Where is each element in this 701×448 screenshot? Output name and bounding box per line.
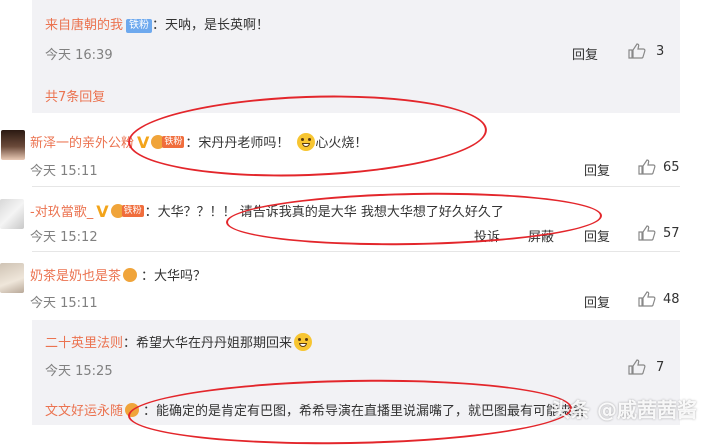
avatar[interactable] [0, 263, 24, 293]
sub-reply-author-name[interactable]: 文文好运永随 [45, 404, 123, 419]
reply-time: 今天 16:39 [45, 48, 113, 63]
like-count: 3 [656, 44, 665, 59]
like-count: 48 [663, 292, 680, 307]
sub-reply-text: ：希望大华在丹丹姐那期回来 [123, 336, 293, 351]
reply-author-name[interactable]: 来自唐朝的我 [45, 18, 123, 33]
like-count: 65 [663, 160, 680, 175]
emoji-icon [294, 333, 313, 351]
fan-level-badge: 铁粉 [110, 204, 145, 218]
comment-author-name[interactable]: 新泽一的亲外公粉 [30, 136, 134, 151]
thumb-up-icon[interactable] [628, 43, 646, 59]
comment-text: ：大华吗？ [141, 269, 207, 284]
divider [32, 251, 680, 252]
comment-author-name[interactable]: 奶茶是奶也是茶 [30, 269, 121, 284]
reply-button[interactable]: 回复 [584, 292, 610, 311]
reply-button[interactable]: 回复 [584, 160, 610, 179]
like-count: 7 [656, 360, 665, 375]
verified-v-icon: V [96, 202, 109, 221]
fan-level-badge [123, 268, 141, 282]
comment-author-name[interactable]: -对玖當歌_ [30, 205, 93, 220]
avatar[interactable] [1, 130, 25, 160]
reply-button[interactable]: 回复 [584, 226, 610, 245]
sub-reply-time: 今天 15:25 [45, 364, 113, 379]
reply-text: ：天呐，是长英啊！ [152, 18, 270, 33]
watermark: 头条 @戚茜茜酱 [550, 398, 697, 422]
comment-time: 今天 15:11 [30, 296, 98, 311]
avatar[interactable] [0, 199, 24, 229]
more-replies-link[interactable]: 共7条回复 [45, 86, 105, 105]
sub-reply-author-name[interactable]: 二十英里法则 [45, 336, 123, 351]
thumb-up-icon[interactable] [628, 359, 646, 375]
comment-time: 今天 15:12 [30, 230, 98, 245]
thumb-up-icon[interactable] [638, 225, 656, 241]
comment-time: 今天 15:11 [30, 164, 98, 179]
divider [32, 186, 680, 187]
reply-button[interactable]: 回复 [572, 44, 598, 63]
thumb-up-icon[interactable] [638, 159, 656, 175]
thumb-up-icon[interactable] [638, 291, 656, 307]
iron-fan-badge: 铁粉 [126, 19, 153, 33]
like-count: 57 [663, 226, 680, 241]
